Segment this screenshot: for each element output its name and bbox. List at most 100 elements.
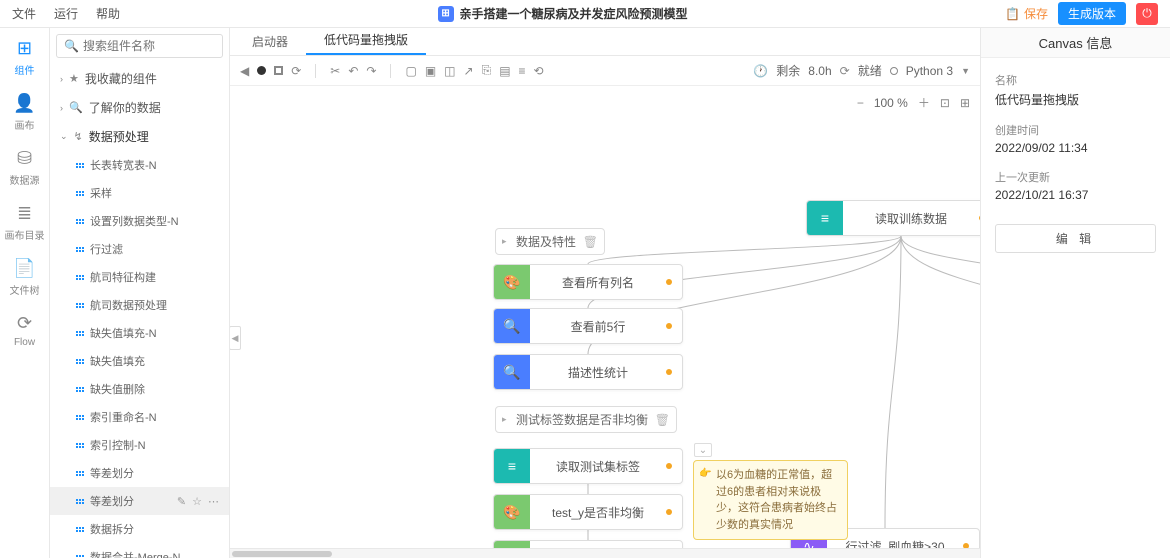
menu-file[interactable]: 文件 [12,5,36,22]
sidebar-section[interactable]: ›★我收藏的组件 [50,64,229,93]
star-icon[interactable]: ☆ [192,495,202,508]
sidebar-item[interactable]: 航司数据预处理 [50,291,229,319]
clock-icon: 🕐 [753,64,768,78]
edit-icon[interactable]: ✎ [177,495,186,508]
sidebar-item[interactable]: 采样 [50,179,229,207]
back-icon[interactable]: ◀ [240,64,249,78]
canvas-toolbar: ◀ ⟳ ✂ ↶ ↷ ▢ ▣ ◫ ↗ ⎘ ▤ ≡ ⟲ [230,56,980,86]
canvas[interactable]: − 100 % ＋ ⊡ ⊞ ◀ 数据及特性🗑测试标签数据是否非均衡🗑≡读取训练数… [230,86,980,548]
save-icon: 📋 [1005,7,1020,21]
iconbar-icon: 👤 [13,93,35,114]
power-button[interactable]: ⏻ [1136,3,1158,25]
sidebar-item[interactable]: 缺失值填充 [50,347,229,375]
note-box[interactable]: ⌄以6为血糖的正常值，超过6的患者相对来说极少，这符合患病者始终占少数的真实情况 [693,460,848,540]
iconbar-item-画布目录[interactable]: ≣画布目录 [5,203,45,242]
iconbar-icon: ⛁ [17,148,32,169]
trash-icon[interactable]: 🗑 [655,413,670,427]
tab[interactable]: 低代码量拖拽版 [306,26,426,55]
kernel-dropdown-icon[interactable]: ▼ [961,66,970,76]
left-iconbar: ⊞组件 👤画布 ⛁数据源 ≣画布目录 📄文件树 ⟳Flow [0,28,50,558]
page-title: 亲手搭建一个糖尿病及并发症风险预测模型 [460,5,688,22]
run-icon[interactable] [257,66,266,75]
cut-icon[interactable]: ✂ [330,64,340,78]
edit-button[interactable]: 编 辑 [995,224,1156,253]
sidebar-item[interactable]: 数据合并-Merge-N [50,543,229,558]
info-updated-label: 上一次更新 [995,169,1156,185]
remaining-value: 8.0h [808,64,831,78]
sidebar-item[interactable]: 缺失值填充-N [50,319,229,347]
sidebar-item[interactable]: 长表转宽表-N [50,151,229,179]
sidebar-item[interactable]: 设置列数据类型-N [50,207,229,235]
canvas-node[interactable]: ≡读取训练数据 [806,200,980,236]
node-icon: 🎨 [494,265,530,299]
node-status-dot [666,279,672,285]
canvas-node[interactable]: 🔍查看前5行 [493,308,683,344]
sidebar-item[interactable]: 缺失值删除 [50,375,229,403]
trash-icon[interactable]: 🗑 [583,235,598,249]
sidebar-item[interactable]: 等差划分 [50,459,229,487]
status-icon: ⟳ [840,64,850,78]
stop-icon[interactable] [274,66,283,75]
tool-icon-7[interactable]: ≡ [519,64,526,78]
node-group-label[interactable]: 测试标签数据是否非均衡🗑 [495,406,677,433]
sidebar-item[interactable]: 行过滤 [50,235,229,263]
tool-icon-5[interactable]: ⎘ [482,63,492,78]
status-text: 就绪 [858,62,882,79]
node-group-label[interactable]: 数据及特性🗑 [495,228,605,255]
sidebar-collapse-handle[interactable]: ◀ [230,326,241,350]
tool-icon-1[interactable]: ▢ [405,64,416,78]
generate-version-button[interactable]: 生成版本 [1058,2,1126,25]
horizontal-scrollbar[interactable] [230,548,980,558]
tool-icon-2[interactable]: ▣ [425,64,436,78]
redo-icon[interactable]: ↷ [366,64,376,78]
tool-icon-8[interactable]: ⟲ [534,64,544,78]
iconbar-item-数据源[interactable]: ⛁数据源 [10,148,40,187]
sidebar-item[interactable]: 数据拆分 [50,515,229,543]
save-link[interactable]: 📋 保存 [1005,5,1048,22]
component-search-input[interactable] [56,34,223,58]
sidebar-section[interactable]: ›🔍了解你的数据 [50,93,229,122]
canvas-node[interactable]: 🎨test_y是否非均衡 [493,494,683,530]
more-icon[interactable]: ⋯ [208,495,219,508]
node-icon: 🎨 [494,541,530,548]
info-updated-value: 2022/10/21 16:37 [995,188,1156,202]
undo-icon[interactable]: ↶ [348,64,358,78]
kernel-status-dot [890,67,898,75]
tool-icon-6[interactable]: ▤ [499,64,510,78]
tool-icon-3[interactable]: ◫ [444,64,455,78]
sidebar-item[interactable]: 航司特征构建 [50,263,229,291]
iconbar-item-文件树[interactable]: 📄文件树 [10,258,40,297]
canvas-node[interactable]: 🎨test_y列重命名 [493,540,683,548]
sidebar-item[interactable]: 索引控制-N [50,431,229,459]
sidebar-item[interactable]: 等差划分✎☆⋯ [50,487,229,515]
sidebar-item[interactable]: 索引重命名-N [50,403,229,431]
menu-run[interactable]: 运行 [54,5,78,22]
grid-icon[interactable]: ⊞ [960,96,970,110]
canvas-node[interactable]: 🔍描述性统计 [493,354,683,390]
node-icon: 🔍 [494,355,530,389]
iconbar-icon: 📄 [13,258,35,279]
tab[interactable]: 启动器 [234,28,306,55]
iconbar-icon: ⊞ [17,38,32,59]
tool-icon-4[interactable]: ↗ [464,64,474,78]
section-icon: ↯ [74,130,83,143]
kernel-name[interactable]: Python 3 [906,64,953,78]
info-panel: Canvas 信息 名称 低代码量拖拽版 创建时间 2022/09/02 11:… [980,28,1170,558]
restart-icon[interactable]: ⟳ [291,64,301,78]
zoom-out-icon[interactable]: − [857,96,864,110]
canvas-node[interactable]: ≡读取测试集标签 [493,448,683,484]
iconbar-icon: ⟳ [17,313,32,334]
caret-icon: ⌄ [60,131,68,142]
iconbar-item-Flow[interactable]: ⟳Flow [14,313,35,348]
fit-icon[interactable]: ⊡ [940,96,950,110]
canvas-tabs: 启动器低代码量拖拽版 [230,28,980,56]
info-created-value: 2022/09/02 11:34 [995,141,1156,155]
zoom-in-icon[interactable]: ＋ [918,94,930,111]
menu-help[interactable]: 帮助 [96,5,120,22]
iconbar-item-组件[interactable]: ⊞组件 [15,38,35,77]
sidebar-section[interactable]: ⌄↯数据预处理 [50,122,229,151]
info-panel-title: Canvas 信息 [981,28,1170,58]
canvas-node[interactable]: 🎨查看所有列名 [493,264,683,300]
expand-icon[interactable]: ⌄ [694,443,712,457]
iconbar-item-画布[interactable]: 👤画布 [13,93,35,132]
